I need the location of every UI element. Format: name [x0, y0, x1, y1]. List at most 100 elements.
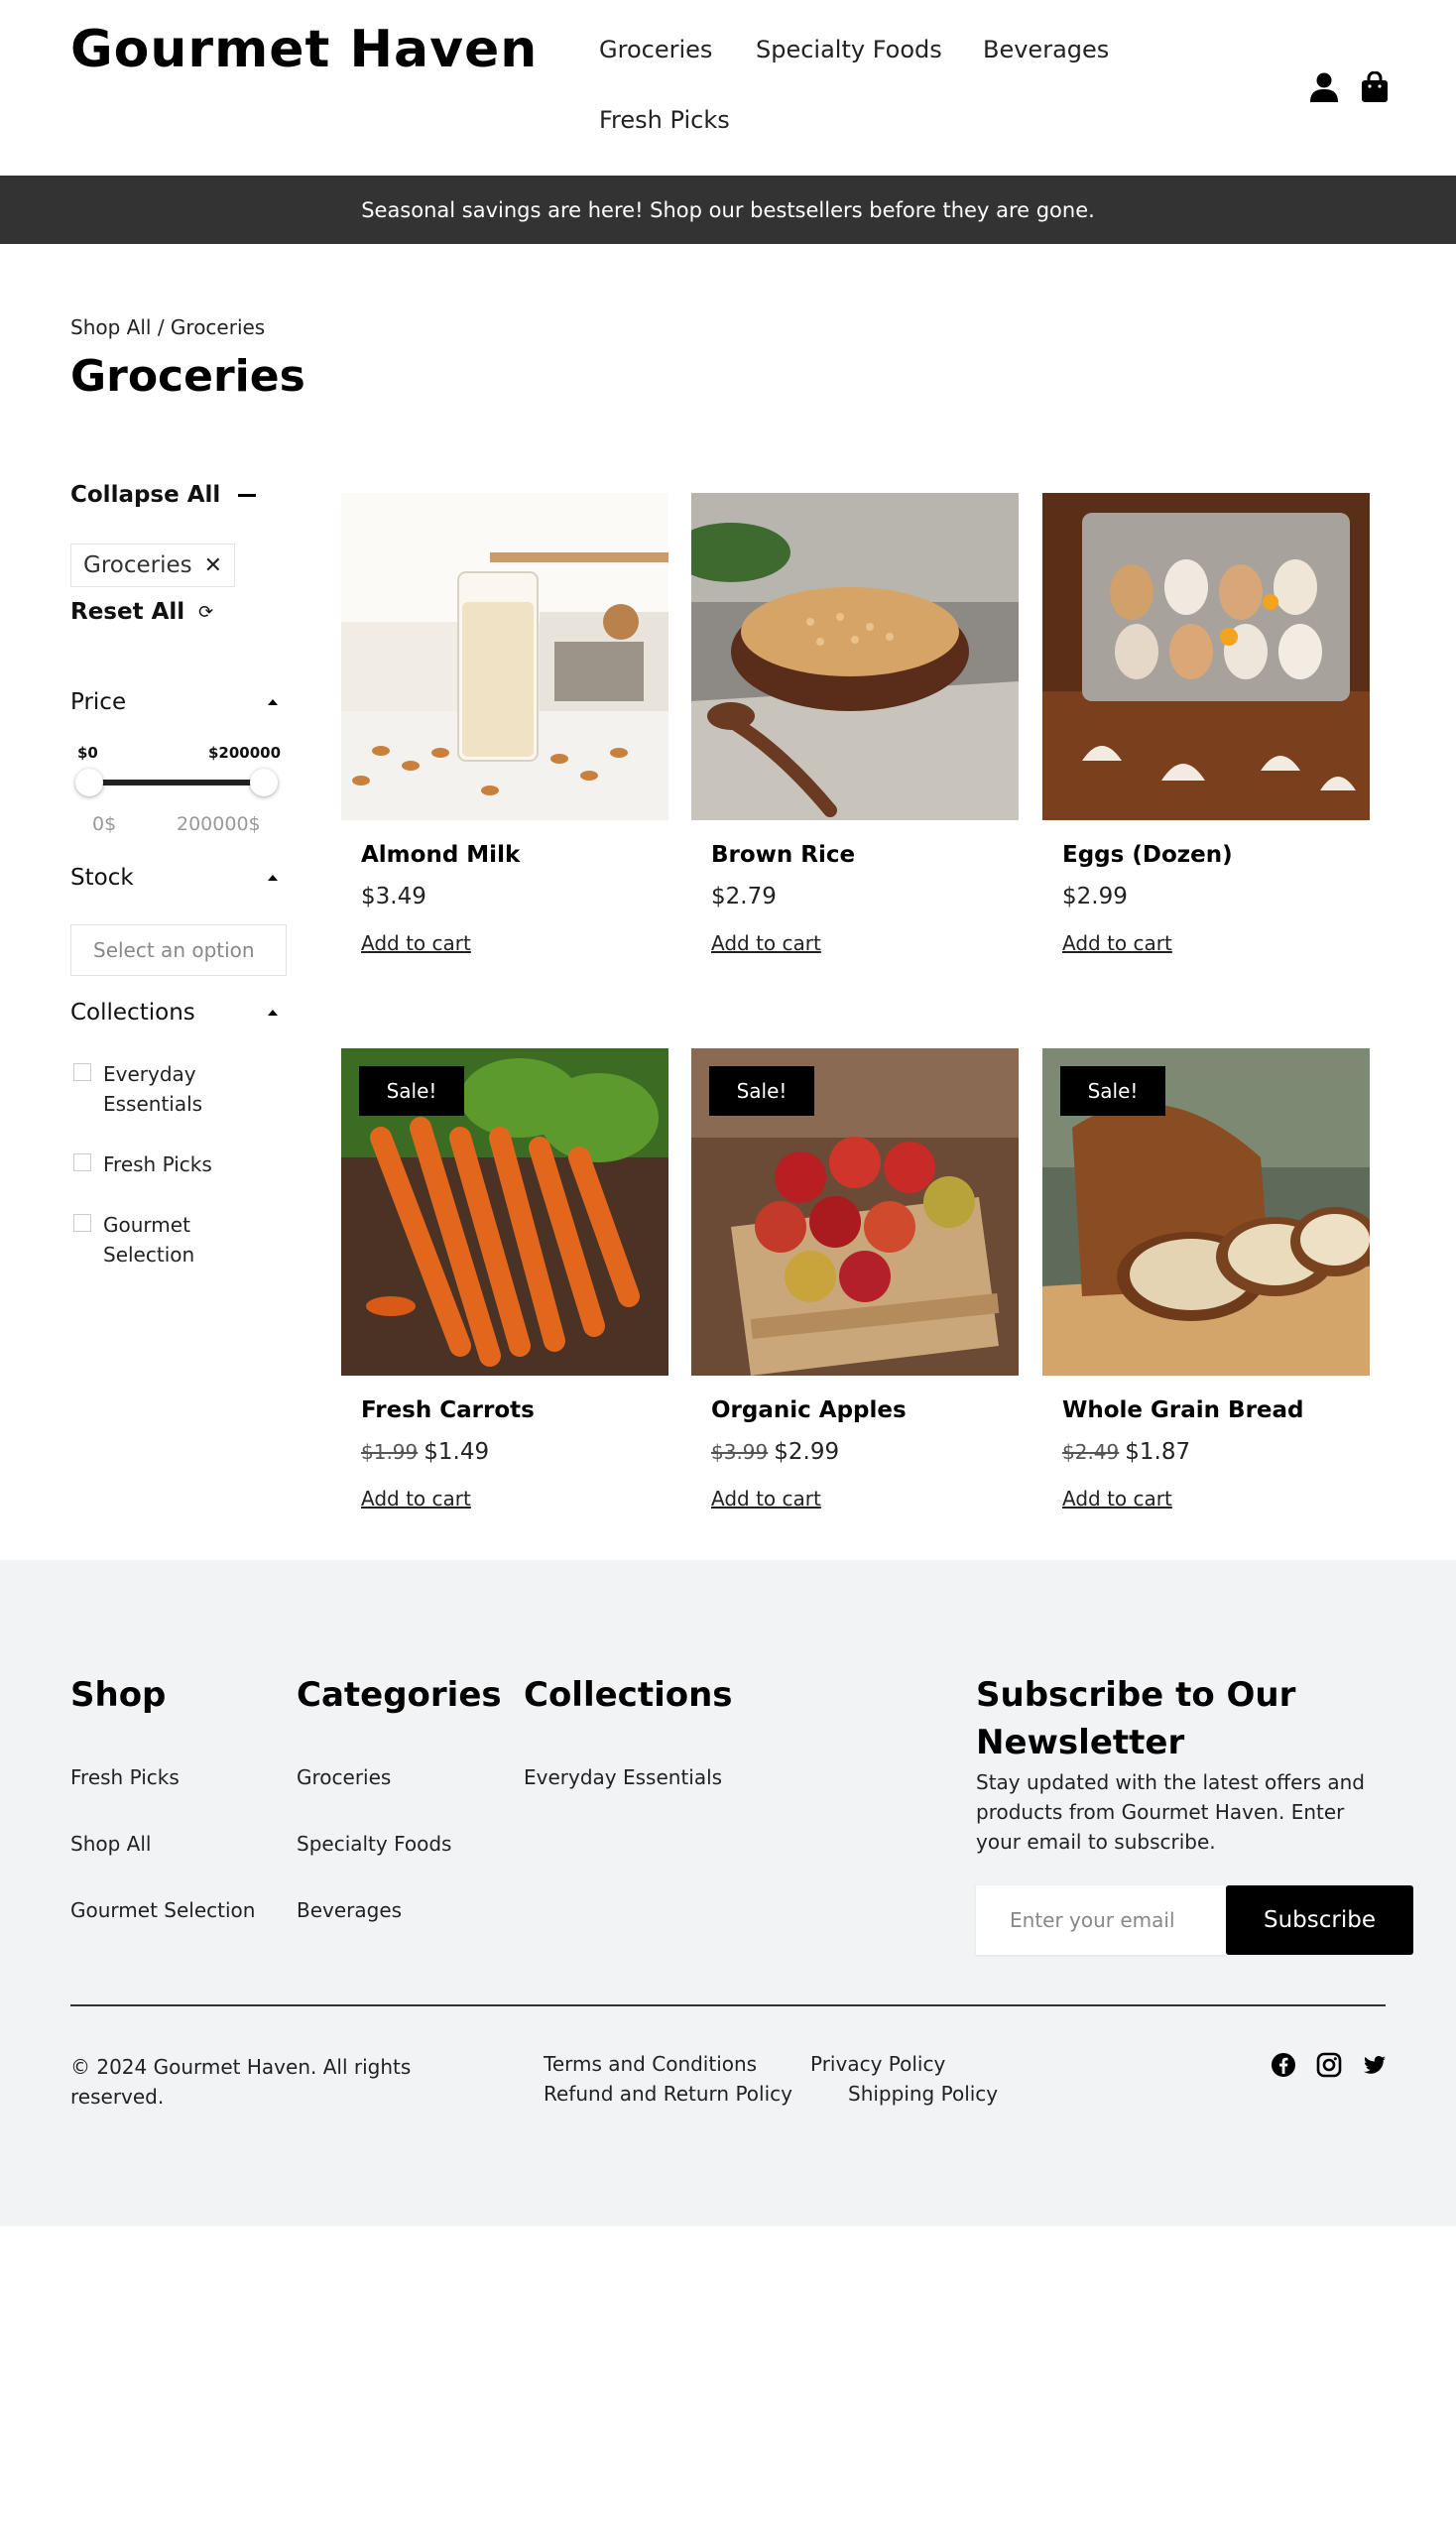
breadcrumb[interactable]: Shop All / Groceries — [70, 315, 265, 339]
checkbox-label: Gourmet Selection — [103, 1213, 195, 1267]
product-card[interactable]: Brown Rice $2.79 Add to cart — [691, 493, 1019, 955]
chevron-up-icon — [268, 1010, 278, 1016]
collection-option-everyday-essentials[interactable]: Everyday Essentials — [73, 1059, 222, 1119]
newsletter-email-input[interactable] — [976, 1885, 1226, 1955]
original-price: $1.99 — [361, 1440, 419, 1464]
collapse-all-label: Collapse All — [70, 482, 221, 508]
collections-filter-toggle[interactable]: Collections — [70, 1000, 284, 1026]
footer-link-groceries[interactable]: Groceries — [297, 1765, 391, 1789]
add-to-cart-button[interactable]: Add to cart — [1062, 931, 1172, 955]
newsletter-heading: Subscribe to Our Newsletter — [976, 1675, 1296, 1762]
price-filter-label: Price — [70, 689, 127, 715]
nav-specialty-foods[interactable]: Specialty Foods — [756, 36, 942, 63]
product-image[interactable]: Sale! — [691, 1048, 1019, 1376]
active-filter-label: Groceries — [83, 552, 192, 578]
footer-link-refund-policy[interactable]: Refund and Return Policy — [544, 2082, 792, 2106]
price-slider-min-handle[interactable] — [75, 769, 103, 796]
price-min-label: $0 — [77, 744, 98, 762]
footer-link-beverages[interactable]: Beverages — [297, 1898, 402, 1922]
checkbox[interactable] — [73, 1214, 91, 1232]
product-card[interactable]: Sale! Whole Grain Bread $2.49 $1.87 Add t… — [1042, 1048, 1370, 1511]
price-min-input[interactable]: 0$ — [92, 813, 116, 835]
footer-link-gourmet-selection[interactable]: Gourmet Selection — [70, 1898, 255, 1922]
footer-link-shop-all[interactable]: Shop All — [70, 1832, 151, 1856]
footer-link-everyday-essentials[interactable]: Everyday Essentials — [524, 1765, 722, 1789]
original-price: $3.99 — [711, 1440, 769, 1464]
reset-all-button[interactable]: Reset All ⟳ — [70, 599, 213, 625]
collapse-all-button[interactable]: Collapse All — [70, 482, 257, 508]
product-price: $3.99 $2.99 — [711, 1439, 839, 1465]
checkbox-label: Fresh Picks — [103, 1152, 212, 1176]
twitter-icon[interactable] — [1362, 2052, 1388, 2078]
product-price: $3.49 — [361, 884, 426, 909]
checkbox[interactable] — [73, 1063, 91, 1081]
chevron-up-icon — [268, 699, 278, 705]
price-slider-max-handle[interactable] — [250, 769, 278, 796]
product-price: $2.49 $1.87 — [1062, 1439, 1190, 1465]
product-card[interactable]: Sale! Fresh Carrots $1.99 $1.49 Add to ca… — [341, 1048, 668, 1511]
stock-select[interactable]: Select an option — [70, 924, 287, 976]
chevron-up-icon — [268, 875, 278, 881]
facebook-icon[interactable] — [1271, 2052, 1296, 2078]
sale-badge: Sale! — [1060, 1066, 1165, 1116]
user-icon[interactable] — [1309, 71, 1339, 103]
footer-link-terms[interactable]: Terms and Conditions — [544, 2052, 757, 2076]
footer-link-specialty-foods[interactable]: Specialty Foods — [297, 1832, 451, 1856]
product-card[interactable]: Almond Milk $3.49 Add to cart — [341, 493, 668, 955]
product-name[interactable]: Fresh Carrots — [361, 1397, 535, 1423]
stock-filter-toggle[interactable]: Stock — [70, 865, 284, 891]
product-price: $2.79 — [711, 884, 777, 909]
current-price: $2.79 — [711, 884, 777, 909]
product-card[interactable]: Sale! Organic Apples $3.99 $2.99 Add to c… — [691, 1048, 1019, 1511]
add-to-cart-button[interactable]: Add to cart — [711, 1487, 821, 1511]
add-to-cart-button[interactable]: Add to cart — [711, 931, 821, 955]
price-max-input[interactable]: 200000$ — [177, 813, 261, 835]
product-image[interactable] — [691, 493, 1019, 820]
collection-option-gourmet-selection[interactable]: Gourmet Selection — [73, 1210, 212, 1270]
reset-all-label: Reset All — [70, 599, 185, 625]
product-name[interactable]: Almond Milk — [361, 842, 520, 868]
footer-link-fresh-picks[interactable]: Fresh Picks — [70, 1765, 180, 1789]
nav-groceries[interactable]: Groceries — [599, 36, 712, 63]
price-filter-toggle[interactable]: Price — [70, 689, 284, 715]
product-price: $1.99 $1.49 — [361, 1439, 489, 1465]
product-name[interactable]: Eggs (Dozen) — [1062, 842, 1233, 868]
current-price: $1.49 — [424, 1439, 490, 1465]
sale-badge: Sale! — [359, 1066, 464, 1116]
add-to-cart-button[interactable]: Add to cart — [1062, 1487, 1172, 1511]
product-name[interactable]: Organic Apples — [711, 1397, 907, 1423]
add-to-cart-button[interactable]: Add to cart — [361, 1487, 471, 1511]
footer-link-shipping-policy[interactable]: Shipping Policy — [848, 2082, 998, 2106]
checkbox[interactable] — [73, 1153, 91, 1171]
checkbox-label: Everyday Essentials — [103, 1062, 203, 1116]
site-header: Gourmet Haven Groceries Specialty Foods … — [0, 0, 1456, 176]
product-image[interactable]: Sale! — [341, 1048, 668, 1376]
price-slider-track[interactable] — [87, 780, 264, 786]
original-price: $2.49 — [1062, 1440, 1120, 1464]
nav-fresh-picks[interactable]: Fresh Picks — [599, 106, 730, 134]
copyright-text: © 2024 Gourmet Haven. All rights reserve… — [70, 2055, 412, 2109]
product-image[interactable]: Sale! — [1042, 1048, 1370, 1376]
instagram-icon[interactable] — [1316, 2052, 1342, 2078]
current-price: $2.99 — [774, 1439, 840, 1465]
footer-link-privacy[interactable]: Privacy Policy — [810, 2052, 945, 2076]
collections-filter-label: Collections — [70, 1000, 195, 1026]
nav-beverages[interactable]: Beverages — [983, 36, 1109, 63]
product-image[interactable] — [1042, 493, 1370, 820]
current-price: $3.49 — [361, 884, 426, 909]
subscribe-button[interactable]: Subscribe — [1226, 1885, 1413, 1955]
close-icon[interactable]: ✕ — [204, 553, 222, 578]
active-filter-chip[interactable]: Groceries ✕ — [70, 544, 236, 587]
stock-select-placeholder: Select an option — [93, 938, 255, 962]
product-card[interactable]: Eggs (Dozen) $2.99 Add to cart — [1042, 493, 1370, 955]
footer-collections-heading: Collections — [524, 1675, 733, 1715]
shopping-bag-icon[interactable] — [1361, 71, 1389, 103]
collection-option-fresh-picks[interactable]: Fresh Picks — [73, 1149, 212, 1179]
brand-logo[interactable]: Gourmet Haven — [70, 20, 538, 79]
product-image[interactable] — [341, 493, 668, 820]
product-name[interactable]: Whole Grain Bread — [1062, 1397, 1304, 1423]
minus-icon — [238, 493, 257, 497]
add-to-cart-button[interactable]: Add to cart — [361, 931, 471, 955]
current-price: $1.87 — [1125, 1439, 1191, 1465]
product-name[interactable]: Brown Rice — [711, 842, 855, 868]
